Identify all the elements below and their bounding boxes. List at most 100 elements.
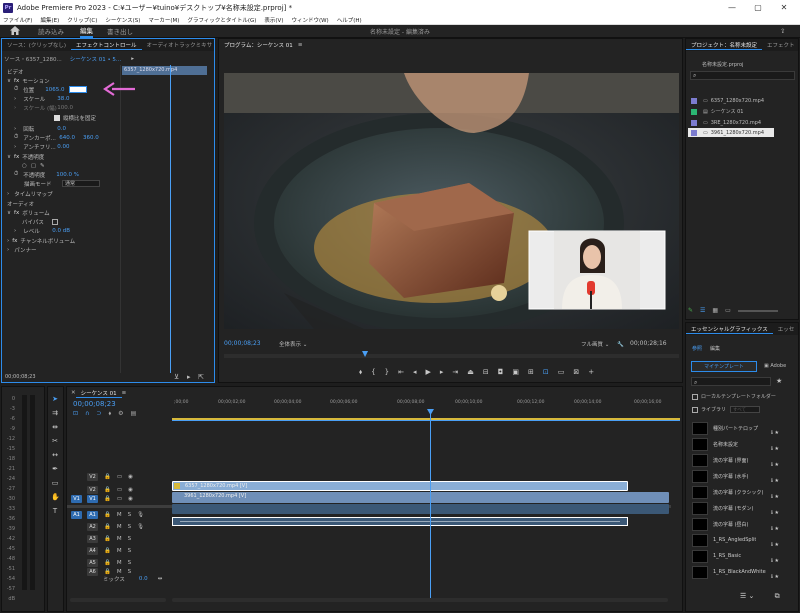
mark-out-icon[interactable]: } bbox=[385, 368, 389, 376]
track-select-tool-icon[interactable]: ⇉ bbox=[51, 409, 59, 417]
hand-tool-icon[interactable]: ✋ bbox=[51, 493, 60, 501]
rotation-expand-icon[interactable]: › bbox=[14, 126, 16, 132]
fx-badge[interactable]: fx bbox=[14, 154, 19, 160]
linked-selection-icon[interactable]: ⊃ bbox=[96, 410, 101, 418]
timeline-timecode[interactable]: 00;00;08;23 bbox=[73, 400, 116, 408]
tab-effect-controls[interactable]: エフェクトコントロール bbox=[71, 41, 142, 50]
menu-sequence[interactable]: シーケンス(S) bbox=[105, 16, 140, 24]
eye-icon[interactable]: ◉ bbox=[128, 496, 133, 502]
pen-tool-icon[interactable]: ✒ bbox=[51, 465, 59, 473]
export-icon[interactable]: ⇱ bbox=[198, 373, 204, 381]
zoom-slider[interactable] bbox=[737, 310, 778, 312]
keyframe-toggle-icon[interactable]: ⏱ bbox=[14, 86, 18, 93]
track-target[interactable]: A3 bbox=[87, 535, 98, 543]
rectangle-tool-icon[interactable]: ▭ bbox=[51, 479, 59, 487]
info-star-icons[interactable]: ℹ ★ bbox=[771, 473, 779, 489]
close-icon[interactable]: ✕ bbox=[772, 0, 796, 15]
volume-expand-icon[interactable]: ∨ bbox=[7, 210, 11, 216]
template-item[interactable]: 1_RS_Basic bbox=[692, 549, 772, 563]
uniform-scale-checkbox[interactable] bbox=[54, 114, 60, 121]
timeline-playhead[interactable] bbox=[430, 409, 431, 601]
info-star-icons[interactable]: ℹ ★ bbox=[771, 489, 779, 505]
lock-icon[interactable]: 🔒 bbox=[104, 512, 111, 518]
list-menu-icon[interactable]: ☰ bbox=[740, 592, 746, 600]
panner-expand-icon[interactable]: › bbox=[7, 247, 9, 253]
pen-mask-icon[interactable]: ✎ bbox=[40, 163, 45, 169]
local-folder-checkbox[interactable] bbox=[692, 393, 698, 400]
scale-value[interactable]: 38.0 bbox=[57, 96, 69, 102]
wrench-icon[interactable]: ⚙ bbox=[118, 410, 123, 418]
ripple-edit-tool-icon[interactable]: ⇹ bbox=[51, 423, 59, 431]
info-star-icons[interactable]: ℹ ★ bbox=[771, 537, 779, 553]
project-item[interactable]: ▤ シーケンス 01 bbox=[688, 107, 798, 116]
info-star-icons[interactable]: ℹ ★ bbox=[771, 569, 779, 585]
menu-graphics[interactable]: グラフィックとタイトル(G) bbox=[187, 16, 256, 24]
menu-window[interactable]: ウィンドウ(W) bbox=[291, 16, 328, 24]
chevron-down-icon[interactable]: ⌄ bbox=[303, 342, 308, 348]
add-marker-icon[interactable]: ⬧ bbox=[108, 410, 111, 418]
blend-dropdown[interactable]: 通常 bbox=[62, 180, 100, 187]
export-frame-icon[interactable]: ⊠ bbox=[573, 368, 579, 376]
mute-button[interactable]: M bbox=[117, 548, 122, 554]
new-graphic-icon[interactable]: ⧉ bbox=[775, 592, 780, 600]
tab-project[interactable]: プロジェクト：名称未設定 bbox=[686, 41, 763, 50]
timeline-tab[interactable]: シーケンス 01 bbox=[75, 389, 122, 398]
channel-volume-expand-icon[interactable]: › bbox=[7, 238, 9, 244]
captions-icon[interactable]: ▤ bbox=[131, 410, 137, 418]
tab-audio-mixer[interactable]: オーディオトラックミキサ bbox=[142, 41, 214, 49]
lock-icon[interactable]: 🔒 bbox=[104, 536, 111, 542]
scale-expand-icon[interactable]: › bbox=[14, 96, 16, 102]
panel-menu-icon[interactable]: ≡ bbox=[122, 390, 127, 396]
template-item[interactable]: 種別パートテロップ bbox=[692, 421, 772, 435]
add-marker-icon[interactable]: ⬧ bbox=[359, 368, 362, 377]
razor-tool-icon[interactable]: ✂ bbox=[51, 437, 59, 445]
solo-button[interactable]: S bbox=[128, 548, 132, 554]
antiflicker-value[interactable]: 0.00 bbox=[57, 144, 69, 150]
nest-icon[interactable]: ⊡ bbox=[73, 410, 78, 418]
track-target[interactable]: V2 bbox=[87, 473, 98, 481]
safe-margins-icon[interactable]: ⊡ bbox=[543, 368, 549, 376]
program-playhead[interactable] bbox=[362, 351, 369, 357]
library-dropdown[interactable]: すべて bbox=[730, 406, 761, 413]
position-x[interactable]: 1065.0 bbox=[45, 87, 64, 93]
chevron-down-icon[interactable]: ⌄ bbox=[605, 342, 610, 348]
rotation-value[interactable]: 0.0 bbox=[57, 126, 66, 132]
chevron-down-icon[interactable]: ⌄ bbox=[749, 592, 755, 600]
menu-clip[interactable]: クリップ(C) bbox=[67, 16, 97, 24]
clip-v1[interactable]: 3961_1280x720.mp4 [V] bbox=[172, 492, 669, 503]
info-star-icons[interactable]: ℹ ★ bbox=[771, 553, 779, 569]
play-audio-icon[interactable]: ▸ bbox=[187, 373, 191, 381]
track-target[interactable]: V1 bbox=[87, 495, 98, 503]
track-target[interactable]: A4 bbox=[87, 547, 98, 555]
solo-button[interactable]: S bbox=[128, 536, 132, 542]
comparison-view-icon[interactable]: ▣ bbox=[512, 368, 519, 376]
extract-icon[interactable]: ⊟ bbox=[483, 368, 489, 376]
tab-edit[interactable]: 編集 bbox=[80, 25, 93, 38]
program-title[interactable]: プログラム：シーケンス 01 bbox=[219, 41, 298, 49]
mark-in-icon[interactable]: { bbox=[371, 368, 375, 376]
clip-v2[interactable]: 6357_1280x720.mp4 [V] bbox=[172, 481, 628, 491]
antiflicker-expand-icon[interactable]: › bbox=[14, 144, 16, 150]
opacity-expand-icon[interactable]: ∨ bbox=[7, 154, 11, 160]
mix-value[interactable]: 0.0 bbox=[139, 576, 148, 582]
step-back-icon[interactable]: ◂ bbox=[413, 368, 417, 376]
freeform-view-icon[interactable]: ▭ bbox=[725, 307, 731, 314]
tab-edit-graphics[interactable]: 編集 bbox=[710, 345, 720, 352]
scale-width-expand-icon[interactable]: › bbox=[14, 105, 16, 111]
quality-dropdown[interactable]: フル画質 bbox=[581, 342, 603, 348]
track-target[interactable]: A2 bbox=[87, 523, 98, 531]
add-button-icon[interactable]: + bbox=[588, 368, 594, 376]
tab-essential-sound[interactable]: エッセ bbox=[773, 325, 798, 333]
share-icon[interactable]: ⇪ bbox=[780, 27, 785, 35]
project-item[interactable]: ▭ 6357_1280x720.mp4 bbox=[688, 96, 798, 105]
anchor-y[interactable]: 360.0 bbox=[83, 135, 99, 141]
info-star-icons[interactable]: ℹ ★ bbox=[771, 521, 779, 537]
opacity-keyframe-icon[interactable]: ⏱ bbox=[14, 171, 18, 178]
vr-video-icon[interactable]: ▭ bbox=[558, 368, 565, 376]
info-star-icons[interactable]: ℹ ★ bbox=[771, 425, 779, 441]
program-video-frame[interactable] bbox=[224, 73, 679, 329]
tab-import[interactable]: 読み込み bbox=[38, 26, 64, 36]
info-star-icons[interactable]: ℹ ★ bbox=[771, 505, 779, 521]
wrench-icon[interactable]: 🔧 bbox=[617, 342, 624, 348]
project-item-selected[interactable]: ▭ 3961_1280x720.mp4 bbox=[688, 128, 774, 137]
